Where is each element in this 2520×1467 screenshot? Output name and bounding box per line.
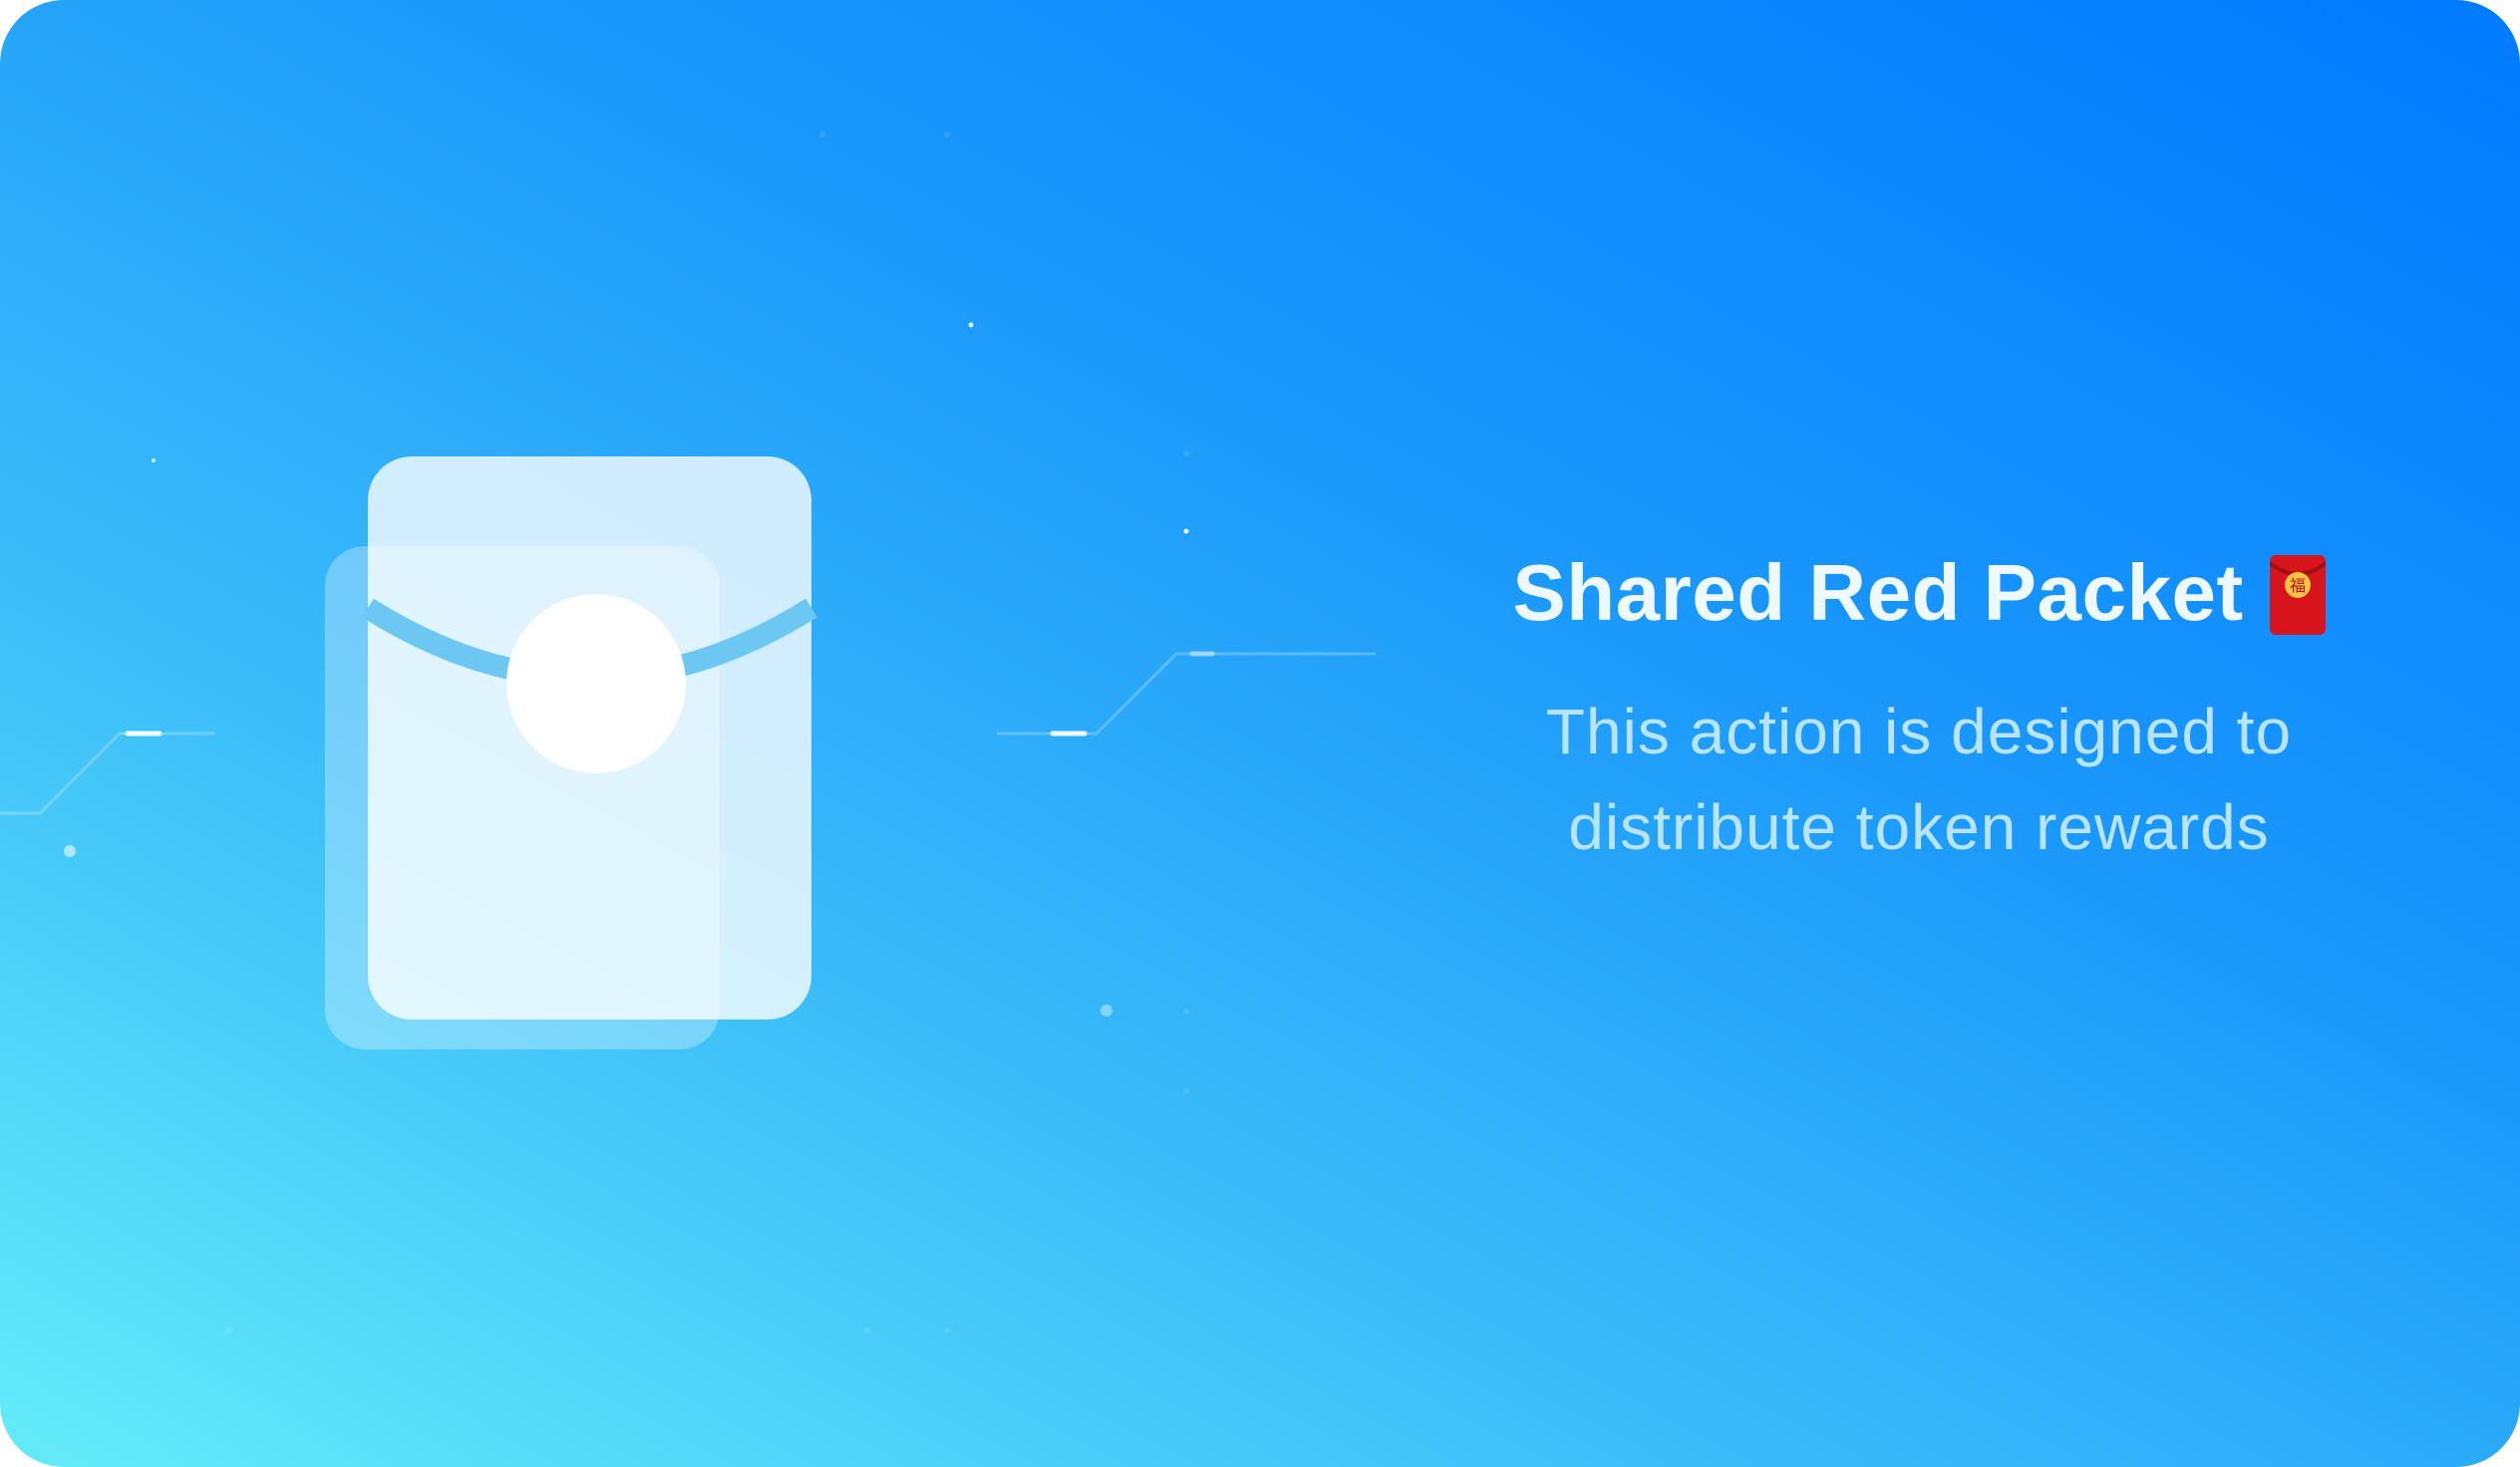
red-envelope-icon: 福 xyxy=(2269,555,2326,635)
banner-card: Shared Red Packet 福 This action is desig… xyxy=(0,0,2520,1467)
envelope-icon xyxy=(325,456,817,1049)
description-line-1: This action is designed to xyxy=(1545,696,2293,767)
svg-text:福: 福 xyxy=(2290,576,2306,595)
description: This action is designed to distribute to… xyxy=(1425,684,2412,875)
info-text-block: Shared Red Packet 福 This action is desig… xyxy=(1425,538,2412,875)
page-title: Shared Red Packet xyxy=(1512,548,2244,637)
description-line-2: distribute token rewards xyxy=(1568,791,2270,863)
title-row: Shared Red Packet 福 xyxy=(1425,538,2412,648)
